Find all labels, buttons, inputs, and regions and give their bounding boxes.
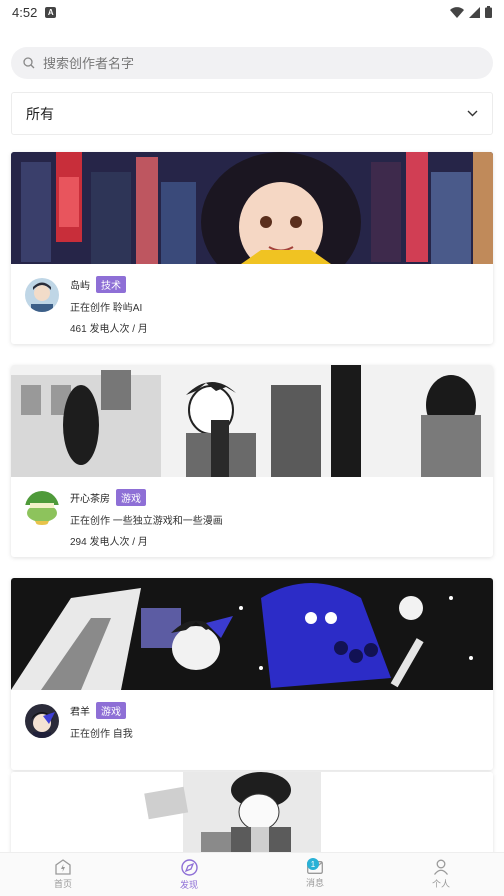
- tab-label: 个人: [431, 879, 450, 889]
- person-icon: [433, 859, 449, 875]
- wifi-icon: [450, 6, 464, 18]
- category-tag: 游戏: [96, 702, 126, 719]
- creating-text: 正在创作 聆屿AI: [70, 303, 143, 314]
- creator-avatar[interactable]: [25, 491, 59, 525]
- tab-home[interactable]: 首页: [0, 853, 126, 896]
- bottom-tab-bar: 首页 发现 1 消息 个人: [0, 852, 504, 896]
- category-selected: 所有: [26, 105, 54, 122]
- creator-banner-image: [11, 772, 493, 862]
- creator-name[interactable]: 岛屿: [70, 277, 90, 292]
- chevron-down-icon: [467, 110, 478, 117]
- supporter-stats: 294 发电人次 / 月: [70, 537, 148, 548]
- tab-discover[interactable]: 发现: [126, 853, 252, 896]
- creator-avatar[interactable]: [25, 704, 59, 738]
- creator-card[interactable]: 岛屿 技术 正在创作 聆屿AI 461 发电人次 / 月: [11, 152, 493, 344]
- battery-icon: [485, 6, 492, 18]
- creator-avatar[interactable]: [25, 278, 59, 312]
- creator-name[interactable]: 开心茶房: [70, 490, 110, 505]
- tab-label: 首页: [53, 879, 72, 889]
- tab-messages[interactable]: 1 消息: [252, 853, 378, 896]
- search-input[interactable]: [43, 55, 463, 71]
- search-bar[interactable]: [11, 47, 493, 79]
- tab-profile[interactable]: 个人: [378, 853, 504, 896]
- creating-text: 正在创作 自我: [70, 729, 133, 740]
- status-bar: 4:52 A: [0, 0, 504, 24]
- status-time: 4:52: [12, 4, 38, 20]
- creator-name[interactable]: 君羊: [70, 703, 90, 718]
- search-icon: [23, 57, 35, 69]
- category-dropdown[interactable]: 所有: [11, 92, 493, 135]
- unread-badge: 1: [307, 858, 319, 870]
- creator-card[interactable]: 开心茶房 游戏 正在创作 一些独立游戏和一些漫画 294 发电人次 / 月: [11, 365, 493, 557]
- creating-text: 正在创作 一些独立游戏和一些漫画: [70, 516, 223, 527]
- creator-card[interactable]: [11, 772, 493, 862]
- category-tag: 技术: [96, 276, 126, 293]
- creator-banner-image: [11, 152, 493, 264]
- tab-label: 发现: [179, 879, 198, 890]
- signal-icon: [469, 6, 480, 18]
- tab-label: 消息: [305, 877, 324, 888]
- creator-banner-image: [11, 578, 493, 690]
- creator-banner-image: [11, 365, 493, 477]
- supporter-stats: 461 发电人次 / 月: [70, 324, 148, 335]
- notification-icon: A: [45, 6, 57, 18]
- category-tag: 游戏: [116, 489, 146, 506]
- creator-card[interactable]: 君羊 游戏 正在创作 自我: [11, 578, 493, 770]
- discover-icon: [180, 858, 198, 876]
- home-bolt-icon: [55, 859, 71, 875]
